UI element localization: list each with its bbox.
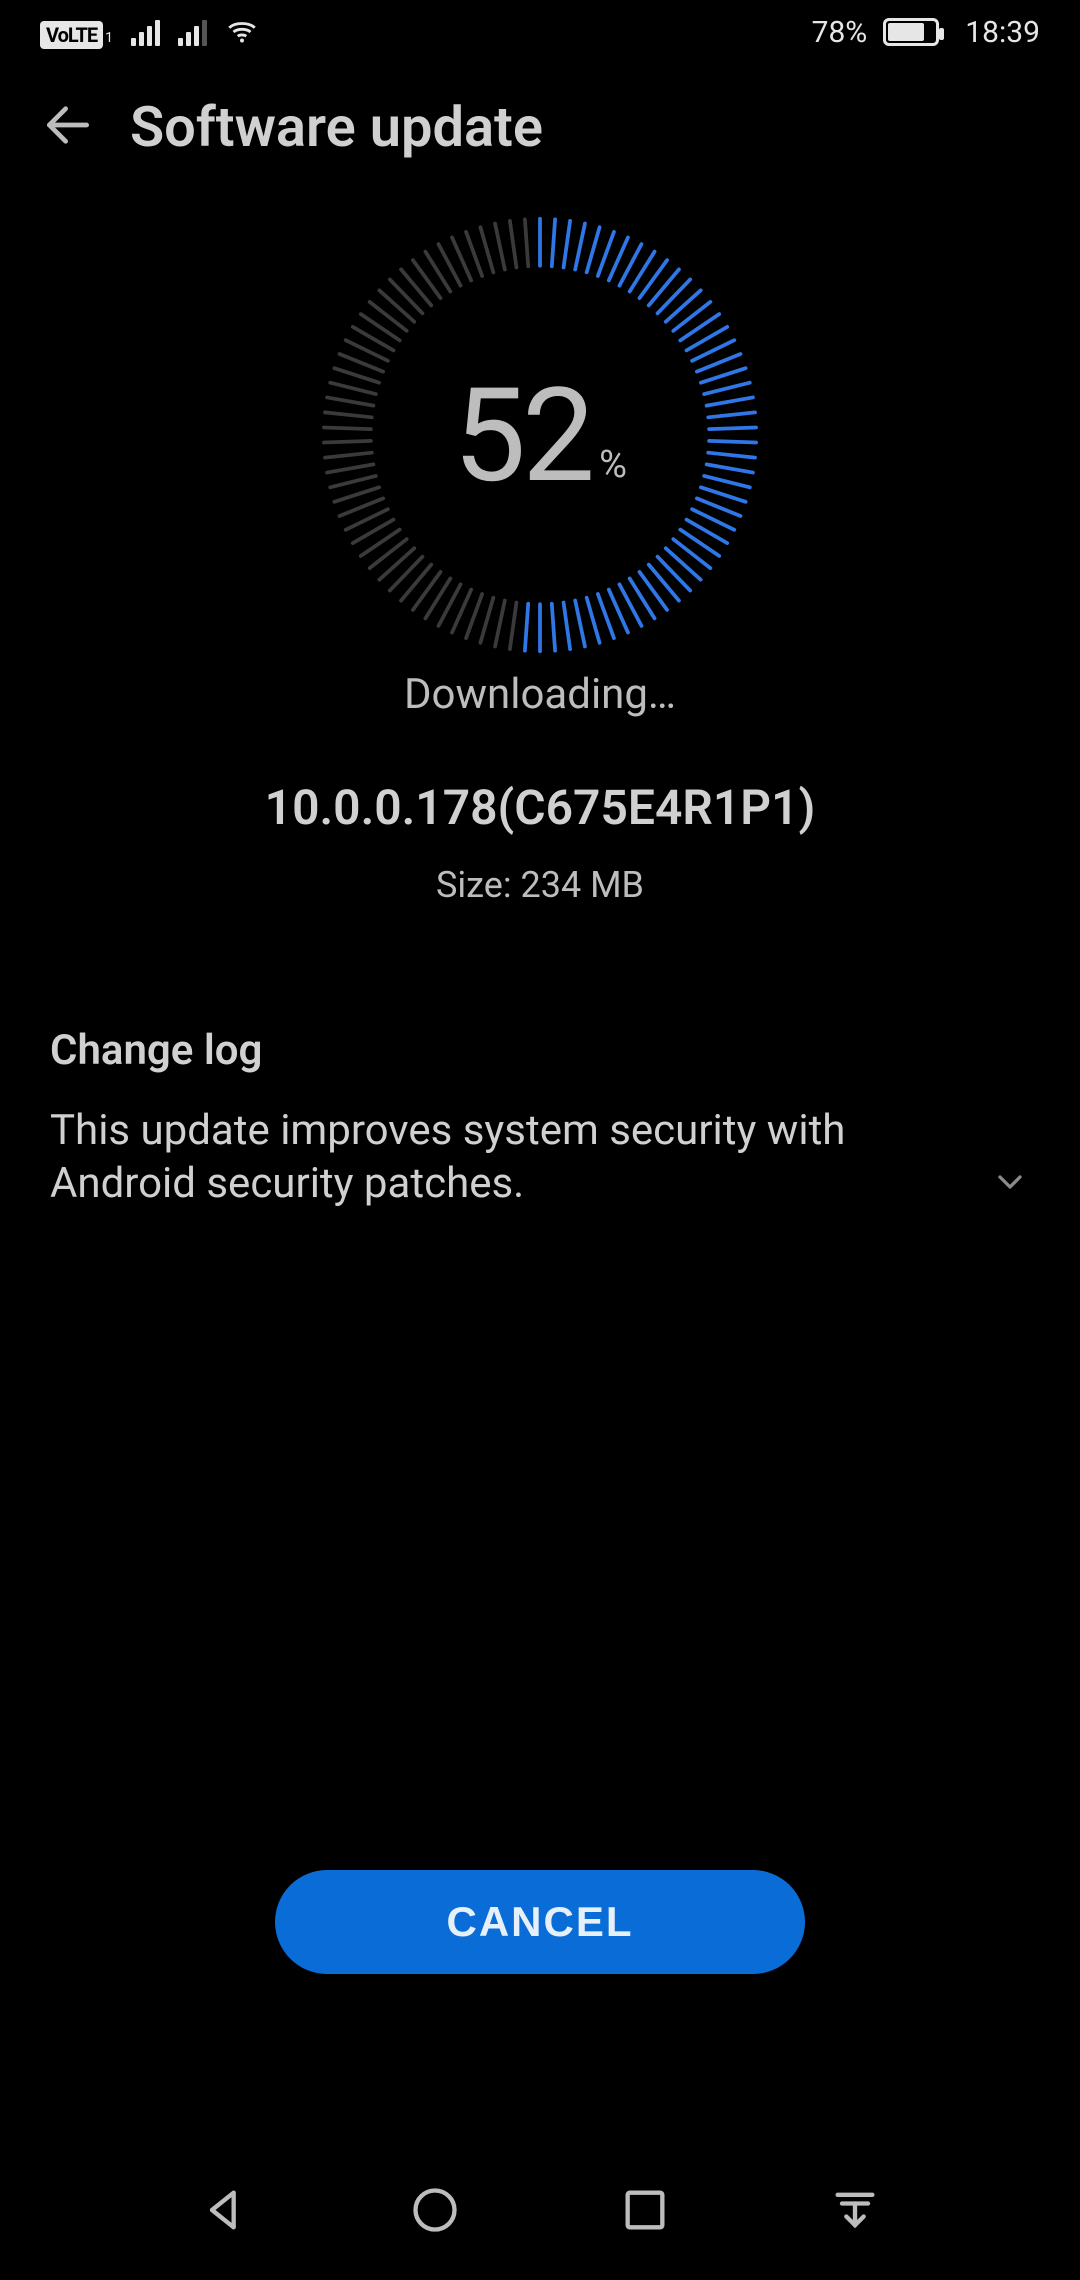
arrow-left-icon bbox=[40, 97, 96, 153]
nav-notification-button[interactable] bbox=[829, 2184, 881, 2236]
status-right: 78% 18:39 bbox=[812, 15, 1040, 50]
version-number: 10.0.0.178(C675E4R1P1) bbox=[0, 779, 1080, 836]
version-info: 10.0.0.178(C675E4R1P1) Size: 234 MB bbox=[0, 779, 1080, 906]
notification-drawer-icon bbox=[829, 2184, 881, 2236]
back-button[interactable] bbox=[40, 97, 96, 157]
signal-sim1-icon bbox=[131, 18, 160, 46]
volte-badge: VoLTE1 bbox=[40, 15, 113, 50]
wifi-icon bbox=[225, 15, 259, 49]
signal-sim2-icon bbox=[178, 18, 207, 46]
changelog-section: Change log This update improves system s… bbox=[0, 1026, 1080, 1210]
update-size: Size: 234 MB bbox=[0, 864, 1080, 906]
status-bar: VoLTE1 78% 18:39 bbox=[0, 0, 1080, 64]
nav-back-button[interactable] bbox=[199, 2184, 251, 2236]
download-progress-section: 52 % Downloading… bbox=[0, 200, 1080, 719]
square-recent-icon bbox=[619, 2184, 671, 2236]
battery-percent-text: 78% bbox=[812, 15, 868, 50]
cancel-button[interactable]: CANCEL bbox=[275, 1870, 805, 1974]
changelog-expand[interactable]: This update improves system security wit… bbox=[50, 1105, 1030, 1210]
circle-home-icon bbox=[409, 2184, 461, 2236]
app-header: Software update bbox=[0, 64, 1080, 180]
page-title: Software update bbox=[130, 94, 543, 160]
clock-text: 18:39 bbox=[965, 15, 1040, 50]
nav-recent-button[interactable] bbox=[619, 2184, 671, 2236]
battery-icon bbox=[877, 18, 939, 46]
nav-home-button[interactable] bbox=[409, 2184, 461, 2236]
progress-ring: 52 % bbox=[305, 200, 775, 670]
status-left: VoLTE1 bbox=[40, 15, 259, 50]
system-nav-bar bbox=[0, 2140, 1080, 2280]
triangle-back-icon bbox=[199, 2184, 251, 2236]
changelog-body: This update improves system security wit… bbox=[50, 1105, 970, 1210]
download-status-text: Downloading… bbox=[404, 670, 676, 719]
changelog-title: Change log bbox=[50, 1026, 1030, 1075]
chevron-down-icon bbox=[990, 1162, 1030, 1202]
